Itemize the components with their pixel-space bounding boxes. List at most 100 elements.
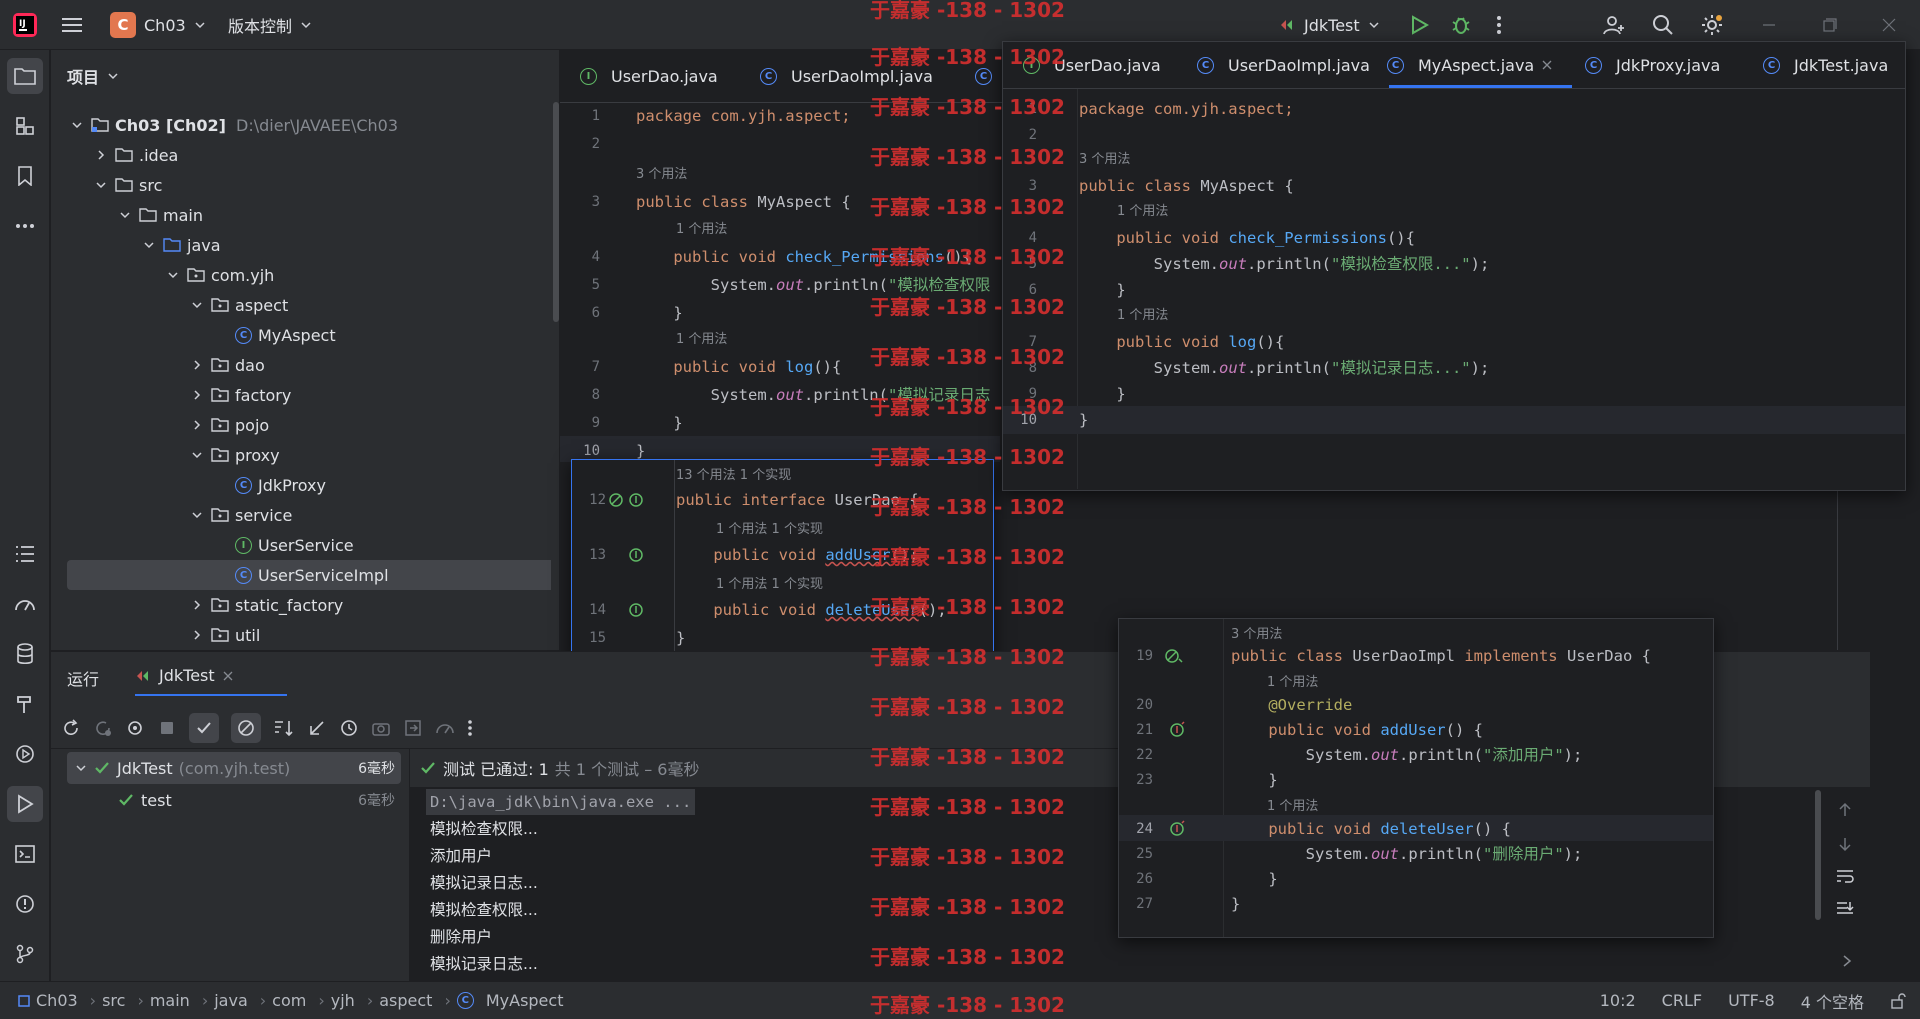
- main-menu-button[interactable]: [62, 0, 84, 50]
- coverage-icon[interactable]: [435, 718, 455, 738]
- tab-myaspect[interactable]: C MyAspect.java: [1387, 42, 1552, 88]
- show-ignored-toggle[interactable]: [231, 713, 261, 743]
- todo-tool-button[interactable]: [7, 536, 43, 572]
- code-line[interactable]: }: [1079, 278, 1125, 302]
- caret-position[interactable]: 10:2: [1600, 991, 1636, 1010]
- test-tree-child[interactable]: test 6毫秒: [67, 784, 401, 816]
- implemented-method-icon[interactable]: [628, 601, 646, 619]
- breadcrumb-item[interactable]: › com: [260, 991, 307, 1010]
- tree-item-userserviceimpl[interactable]: C UserServiceImpl: [67, 560, 551, 590]
- collapse-all-icon[interactable]: [307, 718, 327, 738]
- code-line[interactable]: public void deleteUser() {: [1231, 817, 1511, 841]
- profiler-tool-button[interactable]: [7, 586, 43, 622]
- usage-hint[interactable]: 1 个用法: [1267, 795, 1318, 814]
- code-line[interactable]: System.out.println("模拟记录日志...");: [1079, 356, 1490, 380]
- code-line[interactable]: }: [676, 626, 685, 650]
- run-tab-jdktest[interactable]: JdkTest: [135, 666, 233, 685]
- tree-item-main[interactable]: main: [51, 200, 551, 230]
- build-tool-button[interactable]: [7, 686, 43, 722]
- tree-item-com-yjh[interactable]: com.yjh: [51, 260, 551, 290]
- usage-hint[interactable]: 1 个用法: [676, 218, 727, 237]
- sort-icon[interactable]: [273, 718, 295, 738]
- indent-setting[interactable]: 4 个空格: [1801, 989, 1864, 1013]
- code-line[interactable]: System.out.println("添加用户");: [1231, 743, 1583, 767]
- close-tab-icon[interactable]: [223, 671, 233, 681]
- breadcrumb-item[interactable]: › java: [202, 991, 248, 1010]
- code-line[interactable]: package com.yjh.aspect;: [1079, 97, 1294, 121]
- file-encoding[interactable]: UTF-8: [1728, 991, 1775, 1010]
- overrides-gutter-icon[interactable]: [1169, 721, 1187, 739]
- code-line[interactable]: }: [636, 411, 682, 435]
- tree-item-myaspect[interactable]: C MyAspect: [51, 320, 551, 350]
- code-line[interactable]: System.out.println("删除用户");: [1231, 842, 1583, 866]
- structure-tool-button[interactable]: [7, 108, 43, 144]
- show-passed-toggle[interactable]: [189, 713, 219, 743]
- services-tool-button[interactable]: [7, 736, 43, 772]
- more-tools-button[interactable]: [7, 208, 43, 244]
- tab-partial[interactable]: C: [975, 50, 998, 102]
- breadcrumb-item[interactable]: › main: [137, 991, 189, 1010]
- line-separator[interactable]: CRLF: [1662, 991, 1702, 1010]
- tree-item-jdkproxy[interactable]: C JdkProxy: [51, 470, 551, 500]
- code-line[interactable]: }: [1079, 408, 1088, 432]
- git-tool-button[interactable]: [7, 936, 43, 972]
- tree-item-java[interactable]: java: [51, 230, 551, 260]
- run-tool-button[interactable]: [7, 786, 43, 822]
- tab-userdao[interactable]: I UserDao.java: [580, 50, 718, 102]
- code-line[interactable]: }: [1231, 867, 1277, 891]
- myaspect-editor-window[interactable]: I UserDao.java C UserDaoImpl.java C MyAs…: [1002, 41, 1906, 491]
- code-line[interactable]: public class MyAspect {: [636, 190, 851, 214]
- implemented-gutter-icon[interactable]: [608, 491, 648, 509]
- code-line[interactable]: public class MyAspect {: [1079, 174, 1294, 198]
- stop-icon[interactable]: [157, 718, 177, 738]
- camera-icon[interactable]: [371, 718, 391, 738]
- tree-item-userservice[interactable]: I UserService: [51, 530, 551, 560]
- userdao-preview-popup[interactable]: 13 个用法 1 个实现 12 public interface UserDao…: [571, 459, 994, 660]
- usage-hint[interactable]: 1 个用法 1 个实现: [716, 573, 823, 592]
- breadcrumb-item[interactable]: Ch03: [18, 991, 78, 1010]
- usage-hint[interactable]: 3 个用法: [1079, 148, 1130, 167]
- tab-jdkproxy[interactable]: C JdkProxy.java: [1585, 42, 1720, 88]
- overrides-gutter-icon[interactable]: [1169, 820, 1187, 838]
- project-panel-header[interactable]: 项目: [67, 64, 119, 88]
- toggle-auto-test-icon[interactable]: [125, 718, 145, 738]
- unlock-icon[interactable]: [1890, 992, 1906, 1009]
- code-line[interactable]: System.out.println("模拟检查权限...");: [1079, 252, 1490, 276]
- usage-hint[interactable]: 3 个用法: [636, 163, 687, 182]
- tree-item-static-factory[interactable]: static_factory: [51, 590, 551, 620]
- tab-userdaoimpl[interactable]: C UserDaoImpl.java: [760, 50, 933, 102]
- code-line[interactable]: @Override: [1231, 693, 1352, 717]
- code-line[interactable]: public void deleteUser();: [676, 598, 946, 622]
- history-icon[interactable]: [339, 718, 359, 738]
- problems-tool-button[interactable]: [7, 886, 43, 922]
- tree-item-idea[interactable]: .idea: [51, 140, 551, 170]
- arrow-down-icon[interactable]: [1837, 836, 1853, 852]
- rerun-icon[interactable]: [61, 718, 81, 738]
- tab-userdaoimpl[interactable]: C UserDaoImpl.java: [1197, 42, 1370, 88]
- usage-hint[interactable]: 1 个用法: [676, 328, 727, 347]
- code-line[interactable]: }: [1231, 768, 1277, 792]
- usage-hint[interactable]: 1 个用法: [1267, 671, 1318, 690]
- tree-item-aspect[interactable]: aspect: [51, 290, 551, 320]
- tree-item-factory[interactable]: factory: [51, 380, 551, 410]
- tab-userdao[interactable]: I UserDao.java: [1023, 42, 1161, 88]
- soft-wrap-icon[interactable]: [1835, 868, 1855, 884]
- code-line[interactable]: }: [636, 301, 682, 325]
- code-line[interactable]: public void addUser();: [676, 543, 918, 567]
- project-scrollbar[interactable]: [553, 102, 559, 322]
- project-switcher[interactable]: C Ch03: [110, 0, 206, 50]
- scroll-to-end-icon[interactable]: [1835, 900, 1855, 918]
- arrow-up-icon[interactable]: [1837, 802, 1853, 818]
- rerun-failed-icon[interactable]: [93, 718, 113, 738]
- code-line[interactable]: }: [1231, 892, 1240, 916]
- usage-hint[interactable]: 1 个用法: [1117, 304, 1168, 323]
- code-line[interactable]: System.out.println("模拟记录日志: [636, 383, 991, 407]
- tree-item-service[interactable]: service: [51, 500, 551, 530]
- tree-item-proxy[interactable]: proxy: [51, 440, 551, 470]
- tree-item-util[interactable]: util: [51, 620, 551, 648]
- tab-jdktest[interactable]: C JdkTest.java: [1763, 42, 1888, 88]
- close-tab-icon[interactable]: [1542, 60, 1552, 70]
- userdaoimpl-preview-popup[interactable]: 3 个用法 19 public class UserDaoImpl implem…: [1118, 618, 1714, 938]
- tree-item-src[interactable]: src: [51, 170, 551, 200]
- breadcrumb-item[interactable]: › C MyAspect: [444, 991, 563, 1010]
